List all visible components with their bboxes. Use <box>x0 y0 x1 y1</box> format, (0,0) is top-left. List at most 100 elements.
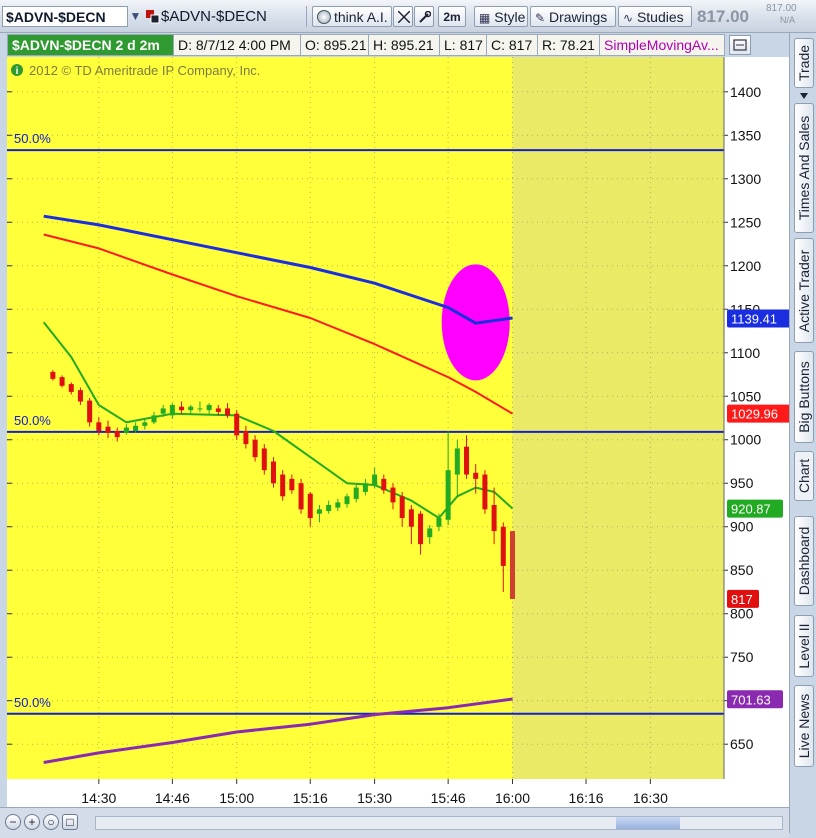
candle-body <box>454 448 460 475</box>
candle-body <box>243 431 249 445</box>
candle-body <box>408 509 414 527</box>
session-background <box>7 57 513 779</box>
tab-arrow-icon <box>800 93 808 99</box>
candle-body <box>335 502 341 508</box>
candle-body <box>280 474 286 497</box>
x-tick-label: 14:46 <box>155 790 190 806</box>
candle <box>270 457 276 488</box>
candle-body <box>289 478 295 491</box>
candle-body <box>87 400 93 423</box>
candle-body <box>160 408 166 414</box>
tab-big-buttons[interactable]: Big Buttons <box>794 351 814 443</box>
price-chart[interactable]: 50.0%50.0%50.0% 140013501300125012001150… <box>0 33 789 807</box>
candle-body <box>482 474 488 510</box>
think-ai-button[interactable]: think A.I. <box>312 6 392 27</box>
y-tick-label: 900 <box>730 519 754 535</box>
tab-trade[interactable]: Trade <box>794 38 814 88</box>
zoom-in-icon[interactable]: + <box>24 814 40 830</box>
price-label-text: 920.87 <box>731 502 771 517</box>
tab-dashboard[interactable]: Dashboard <box>794 516 814 606</box>
candle-body <box>344 496 350 505</box>
y-tick-label: 1000 <box>730 432 761 448</box>
thinkorswim-chart-window: $ADVN-$DECN ▼ $ADVN-$DECN think A.I. 2m … <box>0 0 816 838</box>
candle-body <box>372 474 378 485</box>
compare-icon[interactable] <box>146 6 160 27</box>
x-tick-label: 15:30 <box>357 790 392 806</box>
candle-body <box>206 404 212 411</box>
candle-body <box>445 470 451 520</box>
zoom-out-icon[interactable]: − <box>5 814 21 830</box>
tab-live-news[interactable]: Live News <box>794 685 814 767</box>
crosshair-tool-icon[interactable] <box>393 6 413 27</box>
price-label-text: 817 <box>731 592 753 607</box>
candle-body <box>123 427 129 433</box>
price-label-text: 1139.41 <box>731 311 777 326</box>
candle <box>280 470 286 501</box>
symbol-input[interactable]: $ADVN-$DECN <box>2 6 128 27</box>
candle-body <box>418 513 424 545</box>
studies-button[interactable]: ∿ Studies <box>618 6 692 27</box>
time-axis-background <box>7 779 789 807</box>
toolbar-separator <box>306 6 307 27</box>
candle-body <box>316 509 322 514</box>
tab-label-times-and-sales: Times And Sales <box>796 115 812 221</box>
zoom-region-icon[interactable]: ○ <box>43 814 59 830</box>
aggregation-button[interactable]: 2m <box>438 6 466 27</box>
candle <box>482 470 488 514</box>
tab-label-live-news: Live News <box>796 693 812 759</box>
think-ai-icon <box>317 10 331 24</box>
candle-body <box>105 426 111 433</box>
candle-body <box>399 496 405 519</box>
candle <box>261 444 267 475</box>
last-price: 817.00 <box>697 7 749 26</box>
candle-body <box>362 483 368 492</box>
tab-level-ii[interactable]: Level II <box>794 615 814 677</box>
reset-zoom-icon[interactable]: □ <box>62 814 78 830</box>
candle-body <box>252 439 258 458</box>
drawings-button[interactable]: ✎ Drawings <box>530 6 616 27</box>
style-button[interactable]: ▦ Style <box>474 6 528 27</box>
chart-bottom-bar: − + ○ □ <box>0 807 789 838</box>
copyright-group: i 2012 © TD Ameritrade IP Company, Inc. <box>11 63 260 78</box>
candle-body <box>215 408 221 412</box>
y-tick-label: 950 <box>730 475 754 491</box>
y-tick-label: 1050 <box>730 388 761 404</box>
x-tick-label: 15:00 <box>219 790 254 806</box>
candle-body <box>59 377 65 386</box>
x-tick-label: 15:46 <box>431 790 466 806</box>
y-tick-label: 1250 <box>730 214 761 230</box>
after-hours-background <box>512 57 724 779</box>
tab-chart[interactable]: Chart <box>794 451 814 501</box>
y-tick-label: 1350 <box>730 127 761 143</box>
tab-times-and-sales[interactable]: Times And Sales <box>794 103 814 233</box>
compare-symbol[interactable]: $ADVN-$DECN <box>161 6 267 27</box>
candle-body <box>500 526 506 566</box>
candle-body <box>142 422 148 426</box>
candle-body <box>491 504 497 532</box>
think-ai-label: think A.I. <box>334 9 388 25</box>
candle-body <box>114 431 120 438</box>
candle-body <box>307 493 313 519</box>
candle <box>234 410 240 440</box>
drawings-label: Drawings <box>548 9 608 25</box>
candle-body <box>436 518 442 527</box>
y-tick-label: 1200 <box>730 258 761 274</box>
tab-active-trader[interactable]: Active Trader <box>794 238 814 343</box>
tab-label-trade: Trade <box>796 44 812 82</box>
y-tick-label: 800 <box>730 606 754 622</box>
time-scrollbar[interactable] <box>95 816 783 830</box>
x-tick-label: 16:00 <box>495 790 530 806</box>
candle-body <box>225 408 231 416</box>
candle-body <box>77 390 83 402</box>
studies-icon: ∿ <box>623 11 634 25</box>
tab-label-dashboard: Dashboard <box>796 526 812 596</box>
scrollbar-thumb[interactable] <box>616 817 680 829</box>
wrench-icon[interactable] <box>414 6 434 27</box>
candle-body <box>188 406 194 411</box>
style-icon: ▦ <box>479 11 491 25</box>
candle-body <box>234 413 240 436</box>
info-icon-glyph: i <box>16 66 19 77</box>
candle-body <box>169 404 175 416</box>
candle-body <box>133 425 139 432</box>
symbol-dropdown-icon[interactable]: ▼ <box>128 6 143 27</box>
